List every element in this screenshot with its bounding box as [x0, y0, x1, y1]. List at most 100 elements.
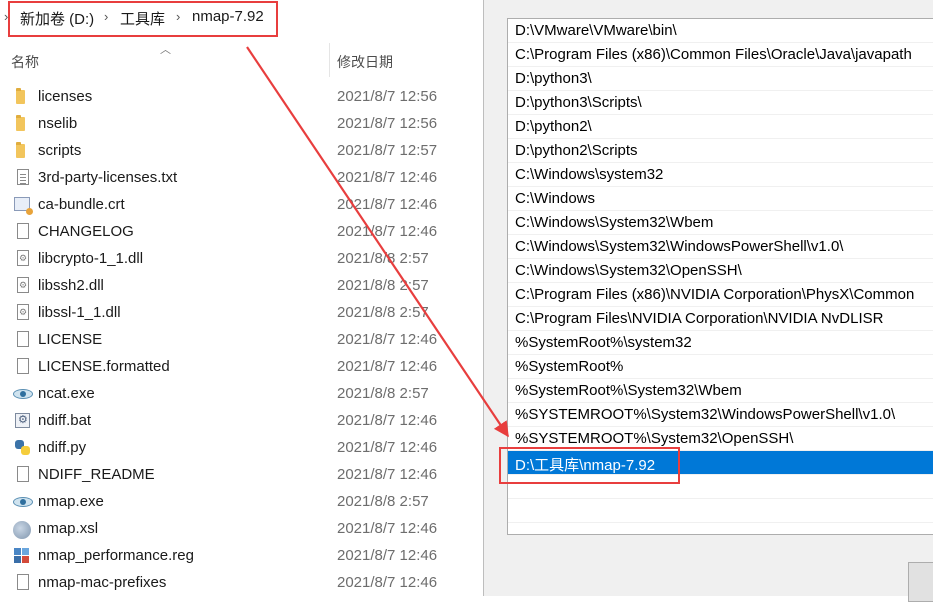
column-divider[interactable] — [329, 43, 330, 77]
file-icon — [17, 358, 29, 374]
file-name: ndiff.py — [38, 439, 87, 456]
file-name: NDIFF_README — [38, 466, 155, 483]
path-text: C:\Windows — [515, 190, 596, 207]
dll-icon — [17, 250, 29, 266]
file-name: nmap.exe — [38, 493, 104, 510]
file-name: ca-bundle.crt — [38, 196, 125, 213]
file-icon — [17, 223, 29, 239]
column-header-modified[interactable]: 修改日期 — [337, 52, 393, 72]
path-item[interactable]: C:\Windows\system32 — [508, 163, 933, 187]
file-row[interactable]: NDIFF_README 2021/8/7 12:46 — [0, 462, 483, 489]
file-modified-date: 2021/8/7 12:46 — [337, 169, 438, 186]
path-text: %SystemRoot% — [515, 358, 624, 375]
column-header: ︿ 名称 修改日期 — [0, 43, 483, 77]
python-file-icon — [15, 440, 30, 455]
file-row[interactable]: nmap.xsl 2021/8/7 12:46 — [0, 516, 483, 543]
file-modified-date: 2021/8/7 12:56 — [337, 88, 438, 105]
file-modified-date: 2021/8/7 12:46 — [337, 412, 438, 429]
path-item[interactable]: D:\python2\Scripts — [508, 139, 933, 163]
file-row[interactable]: scripts 2021/8/7 12:57 — [0, 138, 483, 165]
file-row[interactable]: nmap-mac-prefixes 2021/8/7 12:46 — [0, 570, 483, 596]
file-modified-date: 2021/8/7 12:46 — [337, 574, 438, 591]
column-header-name[interactable]: 名称 — [11, 52, 39, 72]
file-row[interactable]: 3rd-party-licenses.txt 2021/8/7 12:46 — [0, 165, 483, 192]
folder-icon — [16, 115, 25, 131]
registry-file-icon — [14, 548, 31, 565]
path-item[interactable]: D:\python3\ — [508, 67, 933, 91]
certificate-icon — [14, 197, 33, 215]
path-item[interactable]: C:\Windows\System32\OpenSSH\ — [508, 259, 933, 283]
path-text: C:\Program Files (x86)\NVIDIA Corporatio… — [515, 286, 915, 303]
path-item[interactable]: C:\Program Files (x86)\Common Files\Orac… — [508, 43, 933, 67]
file-row[interactable]: ndiff.bat 2021/8/7 12:46 — [0, 408, 483, 435]
file-modified-date: 2021/8/8 2:57 — [337, 493, 429, 510]
path-text: %SYSTEMROOT%\System32\OpenSSH\ — [515, 430, 794, 447]
file-row[interactable]: ncat.exe 2021/8/8 2:57 — [0, 381, 483, 408]
path-text: C:\Windows\System32\OpenSSH\ — [515, 262, 742, 279]
path-text: C:\Program Files\NVIDIA Corporation\NVID… — [515, 310, 884, 327]
path-text: %SystemRoot%\System32\Wbem — [515, 382, 742, 399]
path-item[interactable]: C:\Program Files\NVIDIA Corporation\NVID… — [508, 307, 933, 331]
file-name: CHANGELOG — [38, 223, 134, 240]
path-item[interactable]: %SystemRoot%\System32\Wbem — [508, 379, 933, 403]
file-row[interactable]: nselib 2021/8/7 12:56 — [0, 111, 483, 138]
file-name: ndiff.bat — [38, 412, 92, 429]
file-name: nmap.xsl — [38, 520, 99, 537]
path-item[interactable]: D:\python2\ — [508, 115, 933, 139]
exe-eye-icon — [13, 389, 33, 399]
path-text: %SYSTEMROOT%\System32\WindowsPowerShell\… — [515, 406, 896, 423]
file-row[interactable]: ndiff.py 2021/8/7 12:46 — [0, 435, 483, 462]
file-row[interactable]: ca-bundle.crt 2021/8/7 12:46 — [0, 192, 483, 219]
file-name: nmap-mac-prefixes — [38, 574, 167, 591]
path-item[interactable]: C:\Program Files (x86)\NVIDIA Corporatio… — [508, 283, 933, 307]
file-modified-date: 2021/8/7 12:46 — [337, 358, 438, 375]
file-name: nmap_performance.reg — [38, 547, 194, 564]
selected-path-highlight-box — [499, 447, 680, 484]
file-modified-date: 2021/8/8 2:57 — [337, 304, 429, 321]
folder-icon — [16, 142, 25, 158]
path-item[interactable]: %SystemRoot%\system32 — [508, 331, 933, 355]
edit-environment-variable-dialog: D:\VMware\VMware\bin\ C:\Program Files (x… — [483, 0, 933, 602]
path-item[interactable]: C:\Windows\System32\Wbem — [508, 211, 933, 235]
path-item[interactable]: D:\VMware\VMware\bin\ — [508, 19, 933, 43]
path-item[interactable]: D:\python3\Scripts\ — [508, 91, 933, 115]
text-file-icon — [17, 169, 29, 185]
file-icon — [17, 331, 29, 347]
file-name: libssh2.dll — [38, 277, 104, 294]
file-row[interactable]: libcrypto-1_1.dll 2021/8/8 2:57 — [0, 246, 483, 273]
file-modified-date: 2021/8/7 12:46 — [337, 547, 438, 564]
xsl-file-icon — [13, 521, 31, 539]
file-modified-date: 2021/8/8 2:57 — [337, 385, 429, 402]
path-item[interactable]: C:\Windows — [508, 187, 933, 211]
path-text: %SystemRoot%\system32 — [515, 334, 692, 351]
dll-icon — [17, 277, 29, 293]
file-modified-date: 2021/8/8 2:57 — [337, 277, 429, 294]
path-item-empty[interactable] — [508, 523, 933, 534]
file-name: ncat.exe — [38, 385, 95, 402]
path-item[interactable]: %SYSTEMROOT%\System32\WindowsPowerShell\… — [508, 403, 933, 427]
file-name: nselib — [38, 115, 78, 132]
file-row[interactable]: libssl-1_1.dll 2021/8/8 2:57 — [0, 300, 483, 327]
path-text: C:\Windows\system32 — [515, 166, 664, 183]
path-text: C:\Windows\System32\Wbem — [515, 214, 714, 231]
path-item-empty[interactable] — [508, 499, 933, 523]
file-icon — [17, 466, 29, 482]
file-row[interactable]: nmap_performance.reg 2021/8/7 12:46 — [0, 543, 483, 570]
file-row[interactable]: libssh2.dll 2021/8/8 2:57 — [0, 273, 483, 300]
file-modified-date: 2021/8/7 12:57 — [337, 142, 438, 159]
exe-eye-icon — [13, 497, 33, 507]
file-row[interactable]: LICENSE.formatted 2021/8/7 12:46 — [0, 354, 483, 381]
path-item[interactable]: %SystemRoot% — [508, 355, 933, 379]
file-row[interactable]: nmap.exe 2021/8/8 2:57 — [0, 489, 483, 516]
dialog-button[interactable] — [908, 562, 933, 602]
file-name: libssl-1_1.dll — [38, 304, 121, 321]
dll-icon — [17, 304, 29, 320]
path-item[interactable]: C:\Windows\System32\WindowsPowerShell\v1… — [508, 235, 933, 259]
folder-icon — [16, 88, 25, 104]
file-row[interactable]: CHANGELOG 2021/8/7 12:46 — [0, 219, 483, 246]
file-row[interactable]: licenses 2021/8/7 12:56 — [0, 84, 483, 111]
path-text: D:\python3\ — [515, 70, 592, 87]
file-row[interactable]: LICENSE 2021/8/7 12:46 — [0, 327, 483, 354]
file-modified-date: 2021/8/7 12:46 — [337, 439, 438, 456]
file-name: 3rd-party-licenses.txt — [38, 169, 178, 186]
